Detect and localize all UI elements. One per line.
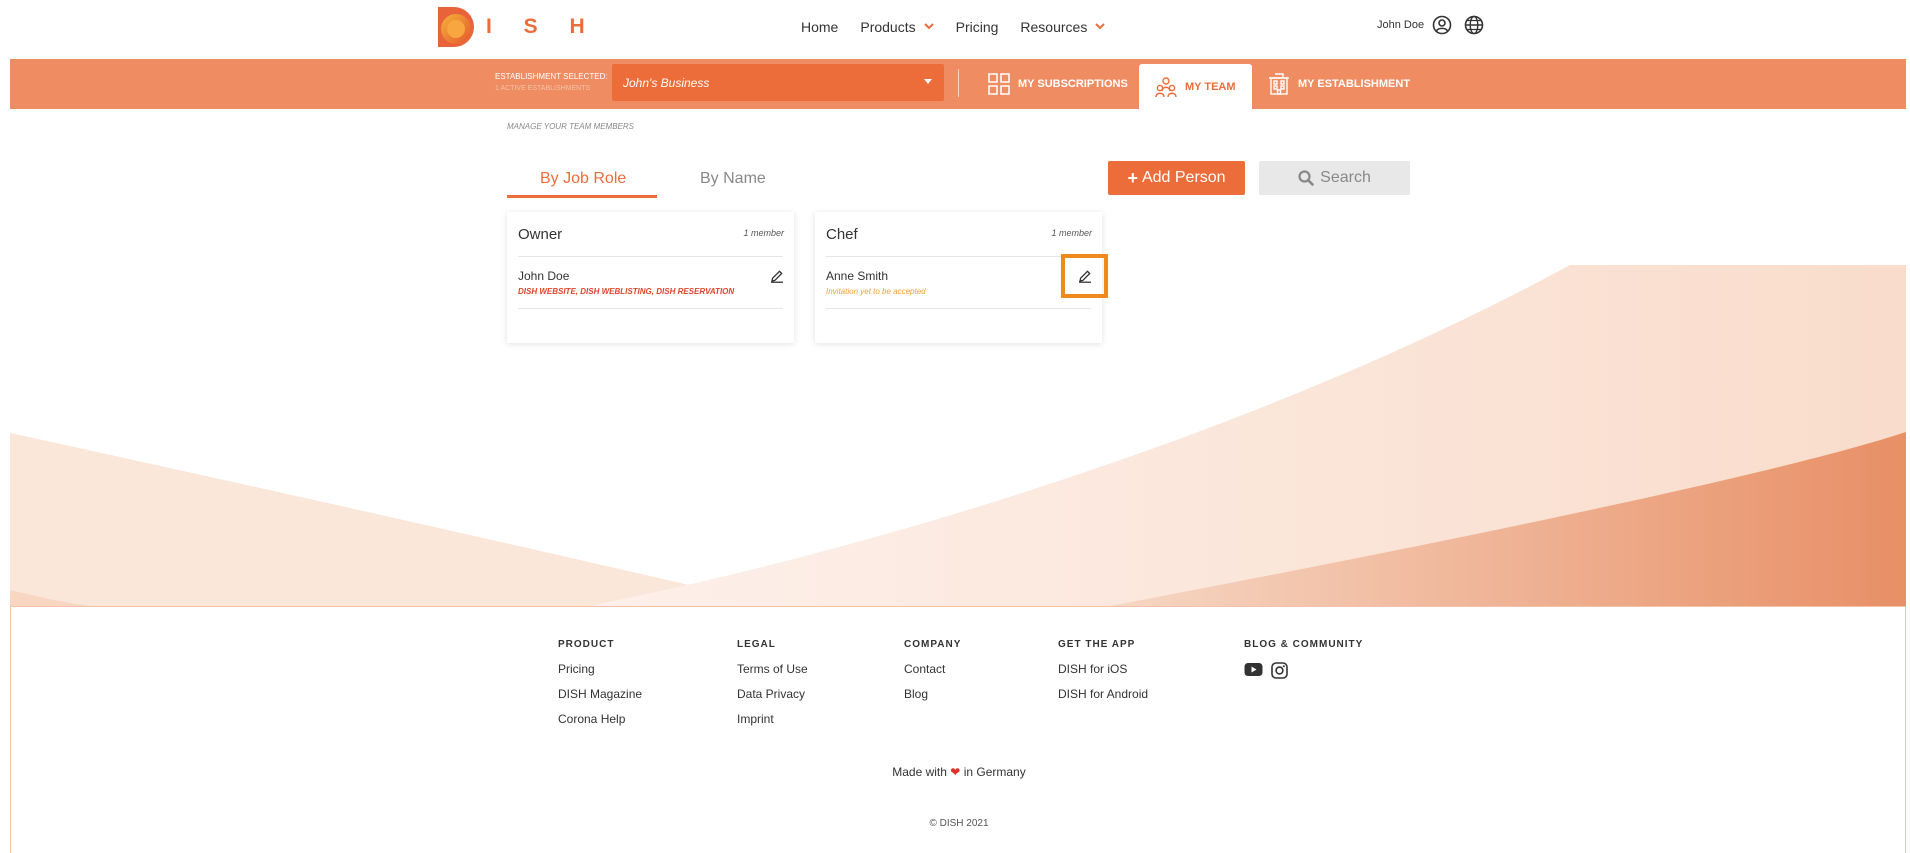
nav-home-label: Home <box>801 19 839 35</box>
brand-name: I S H <box>486 15 598 38</box>
user-account-icon[interactable] <box>1432 15 1452 35</box>
main-menu: Home Products Pricing Resources <box>801 19 1127 35</box>
building-icon <box>1268 73 1290 95</box>
tab-my-establishment-label: MY ESTABLISHMENT <box>1298 78 1411 90</box>
dish-logo-mark-icon <box>436 5 476 49</box>
edit-pencil-icon[interactable] <box>770 269 784 283</box>
role-card-owner: Owner 1 member John Doe DISH WEBSITE, DI… <box>507 212 794 343</box>
footer-link-privacy[interactable]: Data Privacy <box>737 687 808 701</box>
nav-resources[interactable]: Resources <box>1020 19 1106 35</box>
chevron-down-icon <box>923 22 934 33</box>
footer-heading: BLOG & COMMUNITY <box>1244 639 1364 650</box>
search-icon <box>1298 170 1314 186</box>
footer-link-blog[interactable]: Blog <box>904 687 961 701</box>
tab-my-establishment[interactable]: MY ESTABLISHMENT <box>1268 59 1410 109</box>
footer-link-ios[interactable]: DISH for iOS <box>1058 662 1148 676</box>
divider <box>518 308 783 309</box>
role-title: Chef <box>826 226 858 243</box>
tab-by-name[interactable]: By Name <box>700 170 766 188</box>
role-card-chef: Chef 1 member Anne Smith Invitation yet … <box>815 212 1102 343</box>
nav-products[interactable]: Products <box>860 19 934 35</box>
tab-by-job-role[interactable]: By Job Role <box>540 170 626 188</box>
member-name: John Doe <box>518 269 570 283</box>
nav-resources-label: Resources <box>1020 19 1088 35</box>
footer-heading: PRODUCT <box>558 639 615 650</box>
user-menu[interactable]: John Doe <box>1377 15 1484 35</box>
search-label: Search <box>1320 169 1371 186</box>
nav-home[interactable]: Home <box>801 19 838 35</box>
edit-button-highlight <box>1061 254 1108 298</box>
role-title: Owner <box>518 226 563 243</box>
footer-column-product: PRODUCT Pricing DISH Magazine Corona Hel… <box>558 639 642 737</box>
footer-link-terms[interactable]: Terms of Use <box>737 662 808 676</box>
member-status: Invitation yet to be accepted <box>826 287 926 296</box>
top-navigation: I S H Home Products Pricing Resources Jo… <box>0 0 1910 58</box>
footer-column-app: GET THE APP DISH for iOS DISH for Androi… <box>1058 639 1148 712</box>
divider <box>826 256 1091 257</box>
establishment-label-text: ESTABLISHMENT SELECTED: <box>495 72 608 81</box>
footer-heading: GET THE APP <box>1058 639 1136 650</box>
add-person-button[interactable]: + Add Person <box>1108 161 1245 195</box>
tab-my-team[interactable]: MY TEAM <box>1139 64 1252 109</box>
youtube-icon[interactable] <box>1244 662 1263 682</box>
footer-column-community: BLOG & COMMUNITY <box>1244 639 1363 682</box>
nav-pricing[interactable]: Pricing <box>956 19 999 35</box>
section-label: MANAGE YOUR TEAM MEMBERS <box>507 122 634 131</box>
footer-link-imprint[interactable]: Imprint <box>737 712 808 726</box>
copyright: © DISH 2021 <box>929 818 989 829</box>
nav-products-label: Products <box>860 19 916 35</box>
dish-logo[interactable]: I S H <box>436 5 598 49</box>
made-prefix: Made with <box>892 765 947 779</box>
footer-link-corona-help[interactable]: Corona Help <box>558 712 642 726</box>
made-with-love: Made with ❤ in Germany <box>11 765 1907 779</box>
team-icon <box>1155 76 1177 98</box>
member-count: 1 member <box>1051 228 1092 238</box>
caret-down-icon <box>924 79 932 84</box>
social-links <box>1244 662 1363 682</box>
tab-my-subscriptions-label: MY SUBSCRIPTIONS <box>1018 78 1128 90</box>
tab-my-subscriptions[interactable]: MY SUBSCRIPTIONS <box>988 59 1128 109</box>
footer: PRODUCT Pricing DISH Magazine Corona Hel… <box>10 606 1906 853</box>
divider <box>826 308 1091 309</box>
divider <box>518 256 783 257</box>
plus-icon: + <box>1127 167 1138 188</box>
footer-link-contact[interactable]: Contact <box>904 662 961 676</box>
establishment-label: ESTABLISHMENT SELECTED: 1 ACTIVE ESTABLI… <box>495 71 608 95</box>
add-person-label: Add Person <box>1141 169 1226 186</box>
footer-link-android[interactable]: DISH for Android <box>1058 687 1148 701</box>
made-suffix: in Germany <box>963 765 1026 779</box>
member-products: DISH WEBSITE, DISH WEBLISTING, DISH RESE… <box>518 287 735 296</box>
user-name: John Doe <box>1377 19 1425 31</box>
establishment-count: 1 ACTIVE ESTABLISHMENTS <box>495 85 591 92</box>
footer-link-dish-magazine[interactable]: DISH Magazine <box>558 687 642 701</box>
search-button[interactable]: Search <box>1259 161 1410 195</box>
chevron-down-icon <box>1095 22 1106 33</box>
footer-heading: LEGAL <box>737 639 776 650</box>
footer-heading: COMPANY <box>904 639 962 650</box>
instagram-icon[interactable] <box>1271 662 1288 682</box>
establishment-select[interactable]: John's Business <box>612 64 944 101</box>
heart-icon: ❤ <box>950 765 961 779</box>
establishment-selected-value: John's Business <box>623 75 710 90</box>
footer-column-company: COMPANY Contact Blog <box>904 639 961 712</box>
footer-link-pricing[interactable]: Pricing <box>558 662 642 676</box>
globe-icon[interactable] <box>1464 15 1484 35</box>
active-tab-underline <box>507 195 657 198</box>
member-count: 1 member <box>743 228 784 238</box>
divider <box>958 69 959 97</box>
grid-icon <box>988 73 1010 95</box>
establishment-bar: ESTABLISHMENT SELECTED: 1 ACTIVE ESTABLI… <box>10 59 1906 109</box>
nav-pricing-label: Pricing <box>955 19 999 35</box>
member-name: Anne Smith <box>826 269 889 283</box>
footer-column-legal: LEGAL Terms of Use Data Privacy Imprint <box>737 639 808 737</box>
tab-my-team-label: MY TEAM <box>1185 80 1236 93</box>
